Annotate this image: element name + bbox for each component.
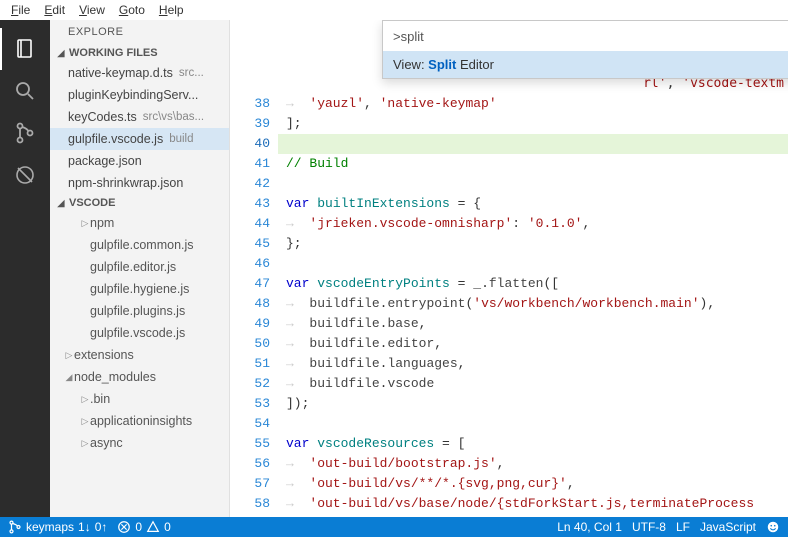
working-file-item[interactable]: package.json xyxy=(50,150,229,172)
tree-folder[interactable]: ◢node_modules xyxy=(50,366,229,388)
status-eol[interactable]: LF xyxy=(676,520,690,534)
sidebar-title: EXPLORE xyxy=(50,20,229,44)
activity-bar xyxy=(0,20,50,517)
command-palette-input[interactable] xyxy=(383,21,788,51)
tree-folder[interactable]: ▷applicationinsights xyxy=(50,410,229,432)
editor-area: View: Split Editor Ctrl+^ 38394041424344… xyxy=(230,20,788,517)
status-cursor-position[interactable]: Ln 40, Col 1 xyxy=(557,520,622,534)
menubar: FileEditViewGotoHelp xyxy=(0,0,788,20)
status-warnings: 0 xyxy=(164,520,171,534)
working-files-label: WORKING FILES xyxy=(69,47,158,59)
tree-file[interactable]: gulpfile.plugins.js xyxy=(50,300,229,322)
tree-file[interactable]: gulpfile.editor.js xyxy=(50,256,229,278)
tree-folder[interactable]: ▷extensions xyxy=(50,344,229,366)
menu-file[interactable]: File xyxy=(4,1,37,19)
qo-match: Split xyxy=(428,57,456,72)
working-files-header[interactable]: ◢WORKING FILES xyxy=(50,44,229,62)
status-git-branch[interactable]: keymaps 1↓ 0↑ xyxy=(8,520,107,534)
tree-file[interactable]: gulpfile.common.js xyxy=(50,234,229,256)
menu-edit[interactable]: Edit xyxy=(37,1,72,19)
working-file-item[interactable]: keyCodes.tssrc\vs\bas... xyxy=(50,106,229,128)
status-language[interactable]: JavaScript xyxy=(700,520,756,534)
project-header[interactable]: ◢VSCODE xyxy=(50,194,229,212)
project-label: VSCODE xyxy=(69,197,115,209)
status-branch-label: keymaps xyxy=(26,520,74,534)
working-file-item[interactable]: pluginKeybindingServ... xyxy=(50,84,229,106)
status-bar: keymaps 1↓ 0↑ 0 0 Ln 40, Col 1 UTF-8 LF … xyxy=(0,517,788,537)
qo-prefix: View: xyxy=(393,57,428,72)
status-encoding[interactable]: UTF-8 xyxy=(632,520,666,534)
tree-folder[interactable]: ▷.bin xyxy=(50,388,229,410)
tree-file[interactable]: gulpfile.vscode.js xyxy=(50,322,229,344)
command-palette: View: Split Editor Ctrl+^ xyxy=(382,20,788,79)
activity-git-icon[interactable] xyxy=(0,112,50,154)
activity-explorer-icon[interactable] xyxy=(0,28,50,70)
tree-folder[interactable]: ▷npm xyxy=(50,212,229,234)
menu-view[interactable]: View xyxy=(72,1,112,19)
status-problems[interactable]: 0 0 xyxy=(117,520,170,534)
tree-folder[interactable]: ▷async xyxy=(50,432,229,454)
command-palette-result[interactable]: View: Split Editor Ctrl+^ xyxy=(383,51,788,78)
activity-debug-icon[interactable] xyxy=(0,154,50,196)
menu-goto[interactable]: Goto xyxy=(112,1,152,19)
qo-suffix: Editor xyxy=(456,57,494,72)
status-sync-up: 0↑ xyxy=(95,520,108,534)
activity-search-icon[interactable] xyxy=(0,70,50,112)
working-file-item[interactable]: npm-shrinkwrap.json xyxy=(50,172,229,194)
status-sync-down: 1↓ xyxy=(78,520,91,534)
sidebar-explorer: EXPLORE ◢WORKING FILES native-keymap.d.t… xyxy=(50,20,230,517)
status-feedback-icon[interactable] xyxy=(766,520,780,534)
menu-help[interactable]: Help xyxy=(152,1,191,19)
code-editor[interactable]: 3839404142434445464748495051525354555657… xyxy=(230,20,788,517)
working-file-item[interactable]: gulpfile.vscode.jsbuild xyxy=(50,128,229,150)
tree-file[interactable]: gulpfile.hygiene.js xyxy=(50,278,229,300)
status-errors: 0 xyxy=(135,520,142,534)
working-file-item[interactable]: native-keymap.d.tssrc... xyxy=(50,62,229,84)
